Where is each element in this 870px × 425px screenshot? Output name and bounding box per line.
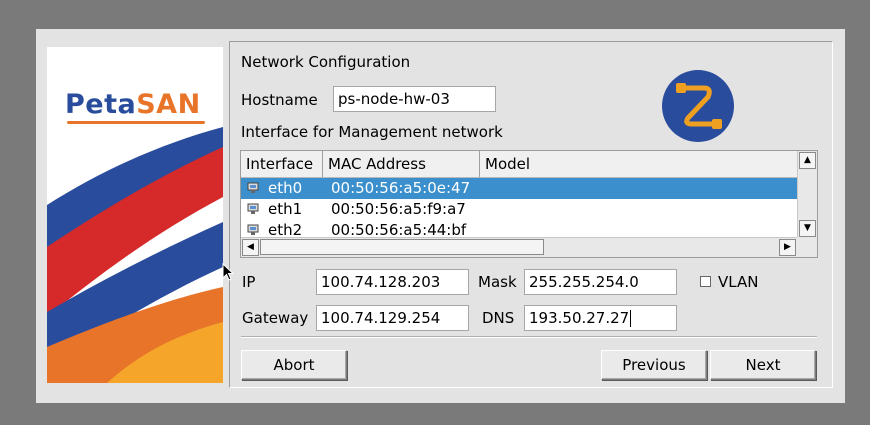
text-caret bbox=[630, 310, 632, 327]
horizontal-scroll-thumb[interactable] bbox=[260, 239, 544, 255]
horizontal-scrollbar[interactable]: ◀ ▶ bbox=[241, 237, 798, 257]
mouse-pointer-icon bbox=[222, 263, 234, 281]
table-row[interactable]: eth0 00:50:56:a5:0e:47 bbox=[241, 178, 797, 199]
installer-dialog: PetaSAN Network Configuration Hostname p… bbox=[36, 29, 845, 403]
table-row[interactable]: eth1 00:50:56:a5:f9:a7 bbox=[241, 199, 797, 220]
hostname-label: Hostname bbox=[241, 91, 318, 109]
network-card-icon bbox=[247, 224, 259, 235]
interface-heading: Interface for Management network bbox=[241, 123, 503, 141]
column-header-interface[interactable]: Interface bbox=[241, 151, 323, 177]
table-row[interactable]: eth2 00:50:56:a5:44:bf bbox=[241, 220, 797, 239]
network-card-icon bbox=[247, 182, 259, 193]
mask-label: Mask bbox=[478, 273, 517, 291]
previous-button[interactable]: Previous bbox=[601, 350, 707, 380]
dns-label: DNS bbox=[482, 309, 515, 327]
vlan-checkbox[interactable] bbox=[700, 276, 711, 287]
table-header: Interface MAC Address Model bbox=[241, 151, 797, 178]
petasan-logo: PetaSAN bbox=[65, 89, 201, 120]
section-title: Network Configuration bbox=[241, 53, 411, 71]
ip-label: IP bbox=[242, 273, 256, 291]
vlan-label: VLAN bbox=[718, 273, 759, 291]
button-separator bbox=[241, 336, 817, 338]
column-header-model[interactable]: Model bbox=[480, 151, 797, 177]
gateway-input[interactable]: 100.74.129.254 bbox=[316, 305, 469, 331]
logo-underline bbox=[67, 121, 205, 124]
column-header-mac[interactable]: MAC Address bbox=[323, 151, 480, 177]
cell-interface: eth0 bbox=[268, 179, 303, 197]
interface-table: Interface MAC Address Model eth0 00:50:5… bbox=[240, 150, 818, 258]
abort-button[interactable]: Abort bbox=[241, 350, 347, 380]
mask-input[interactable]: 255.255.254.0 bbox=[524, 269, 677, 295]
cell-mac: 00:50:56:a5:f9:a7 bbox=[331, 200, 466, 218]
next-button[interactable]: Next bbox=[710, 350, 816, 380]
cell-interface: eth1 bbox=[268, 200, 303, 218]
network-cable-icon bbox=[662, 70, 734, 142]
hostname-input[interactable]: ps-node-hw-03 bbox=[333, 86, 496, 112]
scroll-right-arrow-icon[interactable]: ▶ bbox=[779, 239, 796, 256]
scroll-down-arrow-icon[interactable]: ▼ bbox=[799, 220, 816, 237]
dns-input[interactable]: 193.50.27.27 bbox=[524, 305, 677, 331]
gateway-label: Gateway bbox=[242, 309, 309, 327]
ip-input[interactable]: 100.74.128.203 bbox=[316, 269, 469, 295]
scrollbar-corner bbox=[797, 237, 817, 257]
cell-mac: 00:50:56:a5:0e:47 bbox=[331, 179, 471, 197]
scroll-left-arrow-icon[interactable]: ◀ bbox=[242, 239, 259, 256]
network-card-icon bbox=[247, 203, 259, 214]
vertical-scrollbar[interactable]: ▲ ▼ bbox=[797, 151, 817, 238]
brand-panel: PetaSAN bbox=[47, 47, 223, 383]
scroll-up-arrow-icon[interactable]: ▲ bbox=[799, 152, 816, 169]
